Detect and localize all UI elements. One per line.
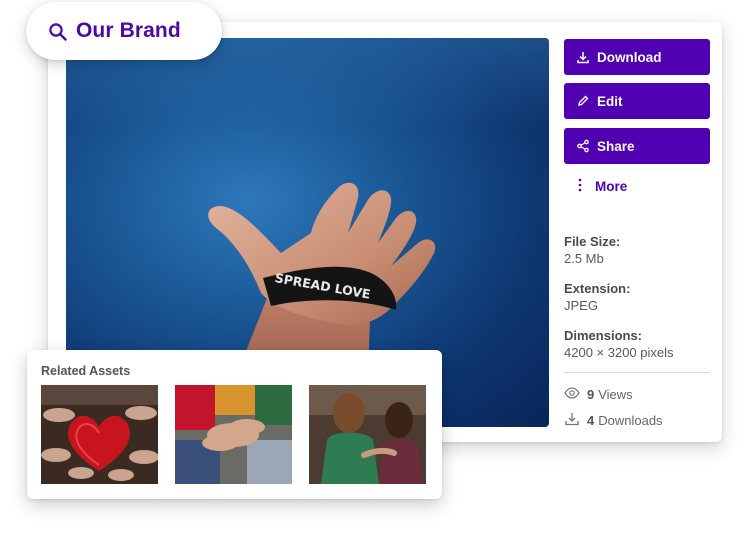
dimensions-label: Dimensions: bbox=[564, 328, 643, 343]
vertical-dots-icon bbox=[575, 178, 585, 195]
download-count-icon bbox=[564, 412, 580, 429]
related-assets-panel: Related Assets bbox=[27, 350, 442, 499]
search-icon bbox=[48, 22, 68, 47]
downloads-count: 4 bbox=[587, 412, 595, 428]
downloads-stat: 4 Downloads bbox=[564, 411, 663, 429]
views-count: 9 bbox=[587, 386, 595, 402]
share-button[interactable]: Share bbox=[564, 128, 710, 164]
download-label: Download bbox=[597, 49, 662, 65]
share-label: Share bbox=[597, 138, 635, 154]
pencil-icon bbox=[576, 94, 590, 108]
edit-label: Edit bbox=[597, 93, 623, 109]
views-label: Views bbox=[598, 386, 633, 402]
related-asset-thumbnail[interactable] bbox=[41, 385, 158, 484]
eye-icon bbox=[564, 386, 580, 402]
edit-button[interactable]: Edit bbox=[564, 83, 710, 119]
dimensions-value: 4200 × 3200 pixels bbox=[564, 345, 674, 360]
brand-search-bar[interactable]: Our Brand bbox=[26, 2, 222, 60]
related-asset-thumbnail[interactable] bbox=[175, 385, 292, 484]
related-asset-thumbnail[interactable] bbox=[309, 385, 426, 484]
file-size-value: 2.5 Mb bbox=[564, 251, 604, 266]
stats-divider bbox=[564, 372, 710, 373]
views-stat: 9 Views bbox=[564, 385, 633, 403]
download-button[interactable]: Download bbox=[564, 39, 710, 75]
extension-value: JPEG bbox=[564, 298, 598, 313]
share-icon bbox=[576, 139, 590, 153]
more-label: More bbox=[595, 178, 628, 194]
related-assets-title: Related Assets bbox=[41, 364, 131, 378]
extension-label: Extension: bbox=[564, 281, 631, 296]
more-menu-button[interactable]: More bbox=[575, 176, 627, 196]
download-icon bbox=[576, 50, 590, 64]
brand-name: Our Brand bbox=[76, 19, 181, 42]
downloads-label: Downloads bbox=[598, 412, 663, 428]
file-size-label: File Size: bbox=[564, 234, 621, 249]
